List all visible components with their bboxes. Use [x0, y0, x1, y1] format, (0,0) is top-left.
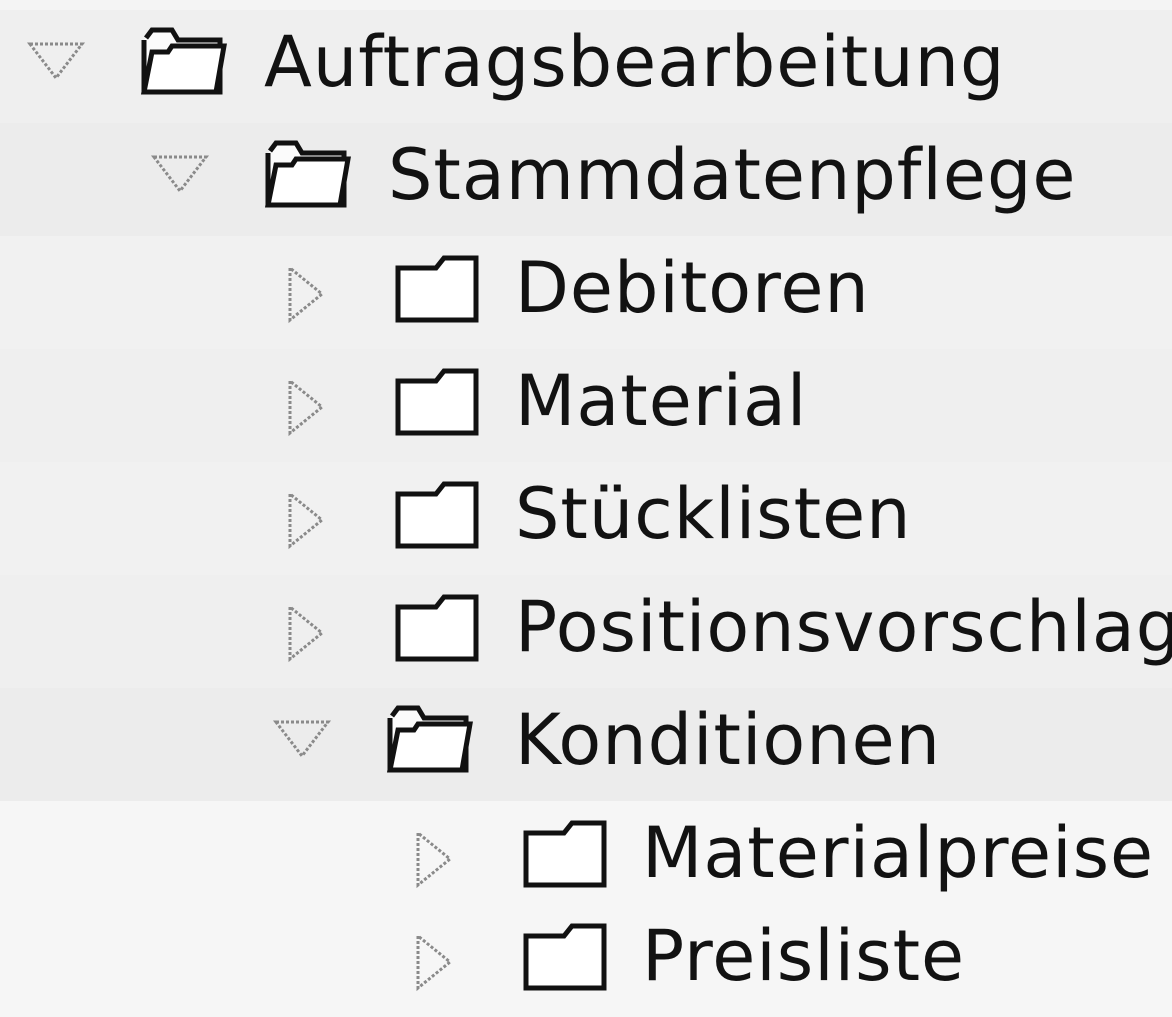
- tree-item-label: Stücklisten: [515, 473, 912, 555]
- expand-arrow-right-icon[interactable]: [282, 603, 342, 663]
- folder-closed-icon: [520, 813, 612, 891]
- expand-arrow-down-icon[interactable]: [272, 716, 332, 766]
- tree-item-label: Debitoren: [515, 247, 870, 329]
- tree-item-label: Konditionen: [515, 699, 942, 781]
- folder-open-icon: [384, 700, 476, 778]
- folder-closed-icon: [520, 916, 612, 994]
- folder-tree: Auftragsbearbeitung Stammdatenpflege Deb…: [0, 0, 1172, 1017]
- tree-item-konditionen[interactable]: Konditionen: [0, 688, 1172, 801]
- tree-item-preisliste[interactable]: Preisliste: [0, 904, 1172, 1017]
- folder-closed-icon: [392, 474, 484, 552]
- folder-closed-icon: [392, 361, 484, 439]
- expand-arrow-right-icon[interactable]: [410, 829, 470, 889]
- tree-item-label: Materialpreise: [642, 812, 1155, 894]
- expand-arrow-right-icon[interactable]: [282, 377, 342, 437]
- tree-item-label: Material: [515, 360, 808, 442]
- expand-arrow-right-icon[interactable]: [282, 490, 342, 550]
- folder-closed-icon: [392, 587, 484, 665]
- folder-open-icon: [138, 22, 230, 100]
- tree-item-debitoren[interactable]: Debitoren: [0, 236, 1172, 349]
- tree-item-materialpreise[interactable]: Materialpreise: [0, 801, 1172, 914]
- tree-item-label: Preisliste: [642, 915, 966, 997]
- tree-item-label: Stammdatenpflege: [388, 134, 1077, 216]
- expand-arrow-down-icon[interactable]: [150, 151, 210, 201]
- expand-arrow-down-icon[interactable]: [26, 38, 86, 88]
- tree-item-label: Auftragsbearbeitung: [264, 21, 1006, 103]
- tree-item-stammdatenpflege[interactable]: Stammdatenpflege: [0, 123, 1172, 236]
- tree-item-positionsvorschlag[interactable]: Positionsvorschlag: [0, 575, 1172, 688]
- folder-closed-icon: [392, 248, 484, 326]
- tree-item-label: Positionsvorschlag: [515, 586, 1172, 668]
- folder-open-icon: [262, 135, 354, 213]
- tree-item-auftragsbearbeitung[interactable]: Auftragsbearbeitung: [0, 10, 1172, 123]
- tree-item-material[interactable]: Material: [0, 349, 1172, 462]
- tree-item-stuecklisten[interactable]: Stücklisten: [0, 462, 1172, 575]
- expand-arrow-right-icon[interactable]: [410, 932, 470, 992]
- expand-arrow-right-icon[interactable]: [282, 264, 342, 324]
